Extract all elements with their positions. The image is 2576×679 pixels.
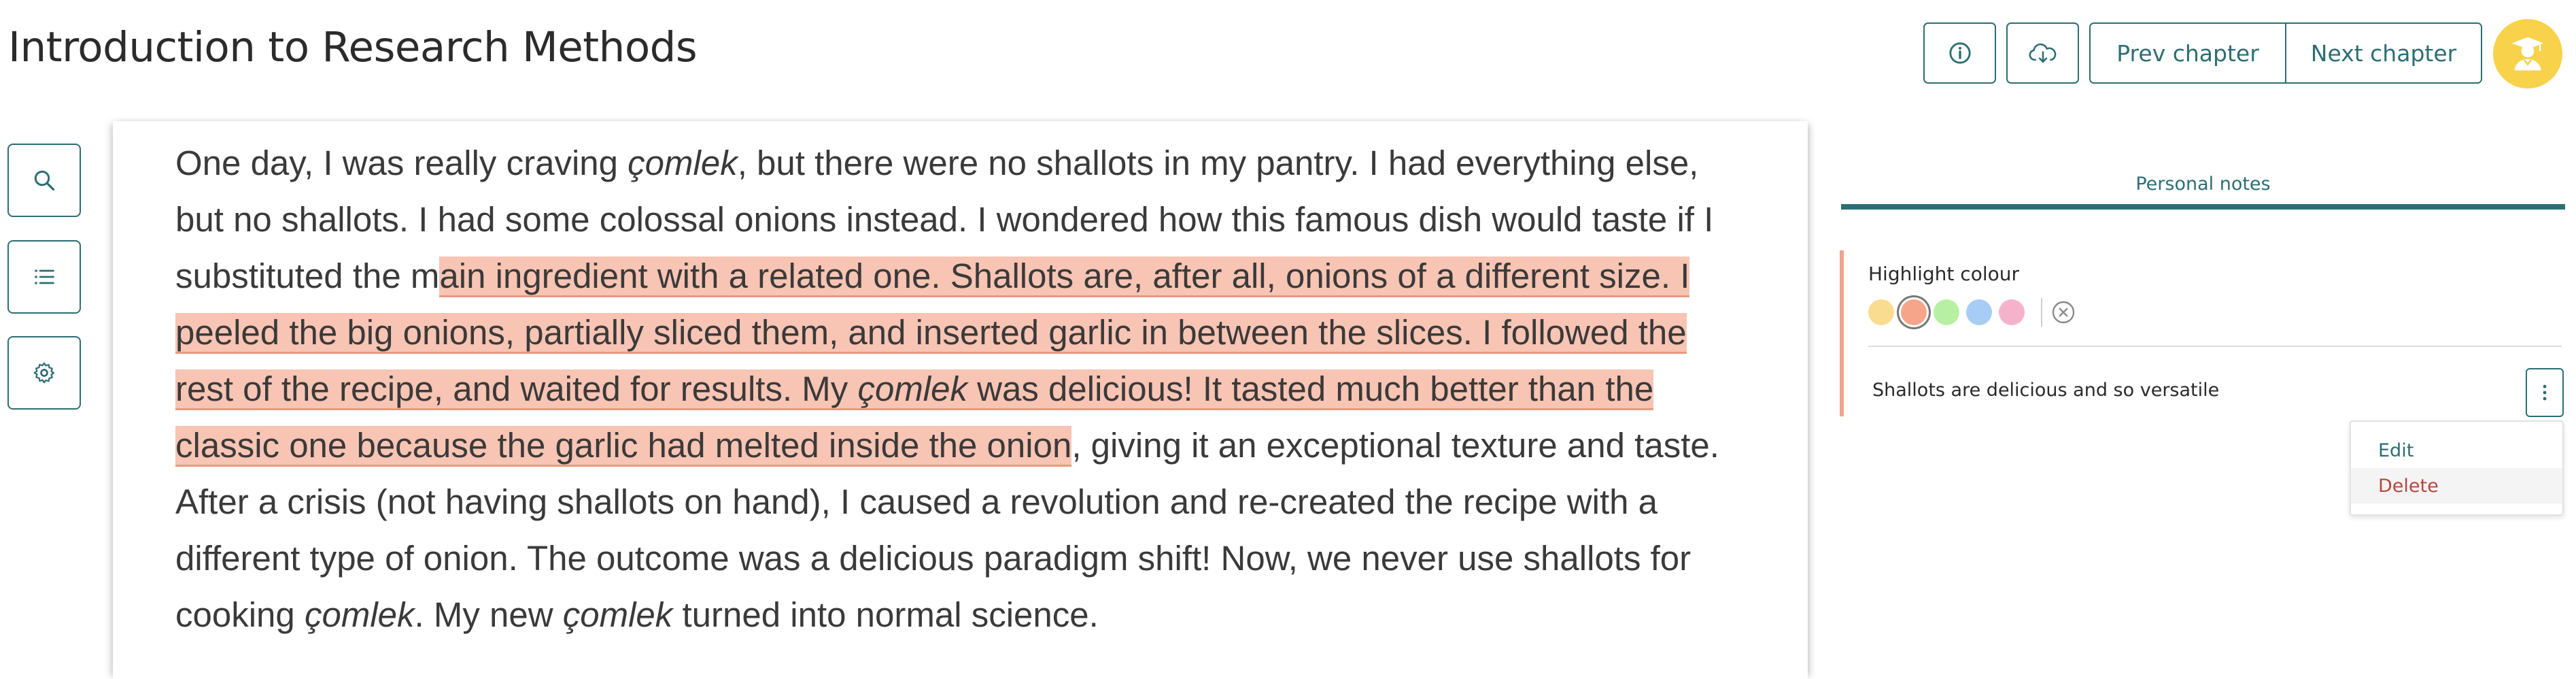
settings-button[interactable] [7, 336, 81, 410]
highlight-colour-label: Highlight colour [1868, 263, 2020, 285]
search-button[interactable] [7, 144, 81, 217]
text-segment: turned into normal science. [672, 595, 1099, 634]
menu-item-edit[interactable]: Edit [2351, 433, 2562, 468]
note-options-menu: Edit Delete [2350, 420, 2564, 516]
info-circle-icon [1948, 42, 1971, 64]
text-italic: çomlek [562, 595, 673, 634]
swatch-divider [2041, 298, 2042, 327]
text-italic: çomlek [304, 595, 415, 634]
text-segment: . My new [414, 595, 563, 634]
colour-swatch[interactable] [1901, 299, 1927, 325]
note-card: Highlight colour Shallots are delicious … [1840, 250, 2564, 416]
list-icon [35, 269, 54, 284]
text-italic: çomlek [628, 144, 738, 182]
menu-item-delete[interactable]: Delete [2351, 468, 2562, 503]
prev-chapter-button[interactable]: Prev chapter [2091, 24, 2286, 82]
graduate-user-icon [2511, 37, 2544, 71]
colour-swatch[interactable] [1999, 299, 2025, 325]
gear-icon [33, 362, 55, 384]
info-button[interactable] [1923, 22, 1996, 84]
reading-pane: One day, I was really craving çomlek, bu… [113, 121, 1808, 679]
close-circle-icon [2052, 301, 2075, 324]
note-text: Shallots are delicious and so versatile [1872, 380, 2220, 401]
chapter-text: One day, I was really craving çomlek, bu… [175, 135, 1746, 643]
active-tab-indicator [1841, 204, 2565, 210]
colour-swatch[interactable] [1966, 299, 1992, 325]
colour-swatch[interactable] [1934, 299, 1959, 325]
vertical-ellipsis-icon [2543, 384, 2547, 401]
search-icon [34, 170, 55, 191]
note-options-button[interactable] [2526, 368, 2564, 417]
avatar[interactable] [2493, 19, 2562, 88]
divider [1868, 346, 2562, 347]
download-button[interactable] [2006, 22, 2079, 84]
text-segment: One day, I was really craving [175, 144, 628, 182]
tab-personal-notes[interactable]: Personal notes [1841, 156, 2565, 211]
highlighted-italic: çomlek [857, 369, 967, 408]
colour-swatch[interactable] [1868, 299, 1894, 325]
page-title: Introduction to Research Methods [8, 23, 698, 71]
top-bar: Introduction to Research Methods Prev ch… [0, 0, 2576, 122]
clear-colour-button[interactable] [2050, 299, 2076, 325]
chapter-navigation: Prev chapter Next chapter [2089, 22, 2482, 84]
cloud-download-icon [2028, 43, 2056, 63]
next-chapter-button[interactable]: Next chapter [2286, 24, 2481, 82]
table-of-contents-button[interactable] [7, 240, 81, 314]
